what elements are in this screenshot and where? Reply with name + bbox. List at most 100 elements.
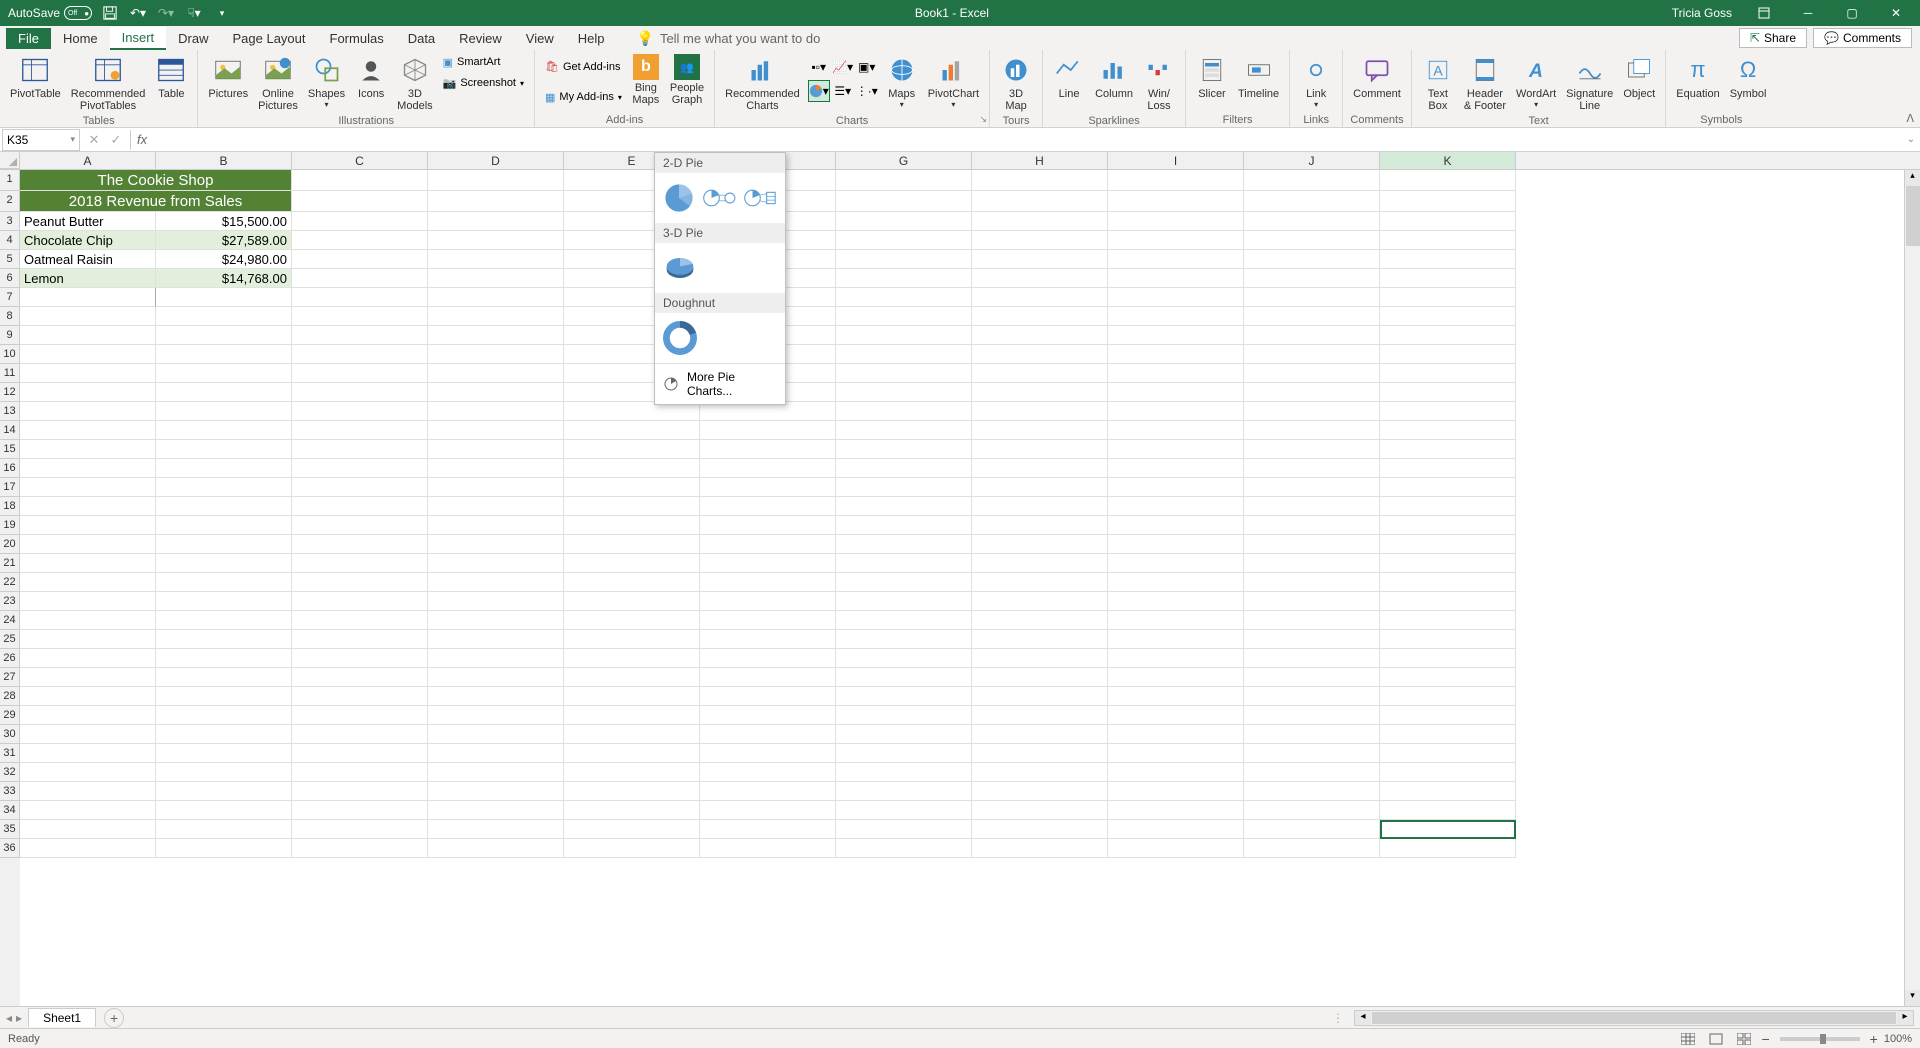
cell-E24[interactable] <box>564 611 700 630</box>
cell-K8[interactable] <box>1380 307 1516 326</box>
cell-E32[interactable] <box>564 763 700 782</box>
qat-customize-icon[interactable]: ▾ <box>212 3 232 23</box>
cell-H13[interactable] <box>972 402 1108 421</box>
row-header-4[interactable]: 4 <box>0 231 20 250</box>
cell-B21[interactable] <box>156 554 292 573</box>
cell-G36[interactable] <box>836 839 972 858</box>
pie-2d-option[interactable] <box>661 179 698 217</box>
cell-H36[interactable] <box>972 839 1108 858</box>
cell-H23[interactable] <box>972 592 1108 611</box>
cell-D34[interactable] <box>428 801 564 820</box>
cell-A10[interactable] <box>20 345 156 364</box>
horizontal-scroll-thumb[interactable] <box>1372 1012 1896 1024</box>
row-header-22[interactable]: 22 <box>0 573 20 592</box>
row-header-2[interactable]: 2 <box>0 191 20 212</box>
cell-A3[interactable]: Peanut Butter <box>20 212 156 231</box>
cell-E18[interactable] <box>564 497 700 516</box>
row-header-5[interactable]: 5 <box>0 250 20 269</box>
row-header-26[interactable]: 26 <box>0 649 20 668</box>
hierarchy-chart-icon[interactable]: ▣▾ <box>856 56 878 78</box>
cell-E31[interactable] <box>564 744 700 763</box>
cell-G5[interactable] <box>836 250 972 269</box>
cell-G29[interactable] <box>836 706 972 725</box>
cell-B13[interactable] <box>156 402 292 421</box>
cell-G19[interactable] <box>836 516 972 535</box>
horizontal-scrollbar[interactable]: ◂ ▸ <box>1354 1010 1914 1026</box>
cell-B17[interactable] <box>156 478 292 497</box>
scroll-left-icon[interactable]: ◂ <box>1355 1011 1371 1025</box>
tab-page-layout[interactable]: Page Layout <box>221 28 318 49</box>
cell-G7[interactable] <box>836 288 972 307</box>
cell-C9[interactable] <box>292 326 428 345</box>
cell-A17[interactable] <box>20 478 156 497</box>
cell-E35[interactable] <box>564 820 700 839</box>
column-header-K[interactable]: K <box>1380 152 1516 169</box>
cell-A13[interactable] <box>20 402 156 421</box>
cell-G14[interactable] <box>836 421 972 440</box>
cell-I3[interactable] <box>1108 212 1244 231</box>
symbol-button[interactable]: ΩSymbol <box>1726 52 1771 102</box>
cell-J33[interactable] <box>1244 782 1380 801</box>
cell-J21[interactable] <box>1244 554 1380 573</box>
sheet-nav-next-icon[interactable]: ▸ <box>16 1011 22 1025</box>
cell-B11[interactable] <box>156 364 292 383</box>
cell-J30[interactable] <box>1244 725 1380 744</box>
cell-B16[interactable] <box>156 459 292 478</box>
cell-A20[interactable] <box>20 535 156 554</box>
cell-F19[interactable] <box>700 516 836 535</box>
cell-D21[interactable] <box>428 554 564 573</box>
cell-B4[interactable]: $27,589.00 <box>156 231 292 250</box>
cell-K28[interactable] <box>1380 687 1516 706</box>
cell-J35[interactable] <box>1244 820 1380 839</box>
column-header-I[interactable]: I <box>1108 152 1244 169</box>
cell-F30[interactable] <box>700 725 836 744</box>
cell-C19[interactable] <box>292 516 428 535</box>
row-header-23[interactable]: 23 <box>0 592 20 611</box>
cell-K13[interactable] <box>1380 402 1516 421</box>
cancel-formula-icon[interactable]: ✕ <box>84 130 104 150</box>
cell-E36[interactable] <box>564 839 700 858</box>
cell-C31[interactable] <box>292 744 428 763</box>
cell-B10[interactable] <box>156 345 292 364</box>
row-header-1[interactable]: 1 <box>0 170 20 191</box>
cell-K25[interactable] <box>1380 630 1516 649</box>
cell-I1[interactable] <box>1108 170 1244 191</box>
cell-C18[interactable] <box>292 497 428 516</box>
cell-I29[interactable] <box>1108 706 1244 725</box>
cell-J12[interactable] <box>1244 383 1380 402</box>
cell-B14[interactable] <box>156 421 292 440</box>
cell-K15[interactable] <box>1380 440 1516 459</box>
cell-C23[interactable] <box>292 592 428 611</box>
row-header-32[interactable]: 32 <box>0 763 20 782</box>
cell-C7[interactable] <box>292 288 428 307</box>
cell-K19[interactable] <box>1380 516 1516 535</box>
cell-B33[interactable] <box>156 782 292 801</box>
row-header-36[interactable]: 36 <box>0 839 20 858</box>
column-header-G[interactable]: G <box>836 152 972 169</box>
cell-G10[interactable] <box>836 345 972 364</box>
row-header-7[interactable]: 7 <box>0 288 20 307</box>
cell-E28[interactable] <box>564 687 700 706</box>
cell-K9[interactable] <box>1380 326 1516 345</box>
online-pictures-button[interactable]: Online Pictures <box>254 52 302 114</box>
cell-H34[interactable] <box>972 801 1108 820</box>
cell-G11[interactable] <box>836 364 972 383</box>
cell-D27[interactable] <box>428 668 564 687</box>
cell-J23[interactable] <box>1244 592 1380 611</box>
cell-J5[interactable] <box>1244 250 1380 269</box>
cell-G6[interactable] <box>836 269 972 288</box>
signature-line-button[interactable]: Signature Line <box>1562 52 1617 114</box>
cell-K11[interactable] <box>1380 364 1516 383</box>
cell-C4[interactable] <box>292 231 428 250</box>
cells-area[interactable]: The Cookie Shop2018 Revenue from SalesPe… <box>20 170 1920 1006</box>
cell-C35[interactable] <box>292 820 428 839</box>
tab-home[interactable]: Home <box>51 28 110 49</box>
row-header-15[interactable]: 15 <box>0 440 20 459</box>
cell-F36[interactable] <box>700 839 836 858</box>
cell-C8[interactable] <box>292 307 428 326</box>
cell-J10[interactable] <box>1244 345 1380 364</box>
cell-G2[interactable] <box>836 191 972 212</box>
cell-A21[interactable] <box>20 554 156 573</box>
cell-J16[interactable] <box>1244 459 1380 478</box>
cell-I17[interactable] <box>1108 478 1244 497</box>
